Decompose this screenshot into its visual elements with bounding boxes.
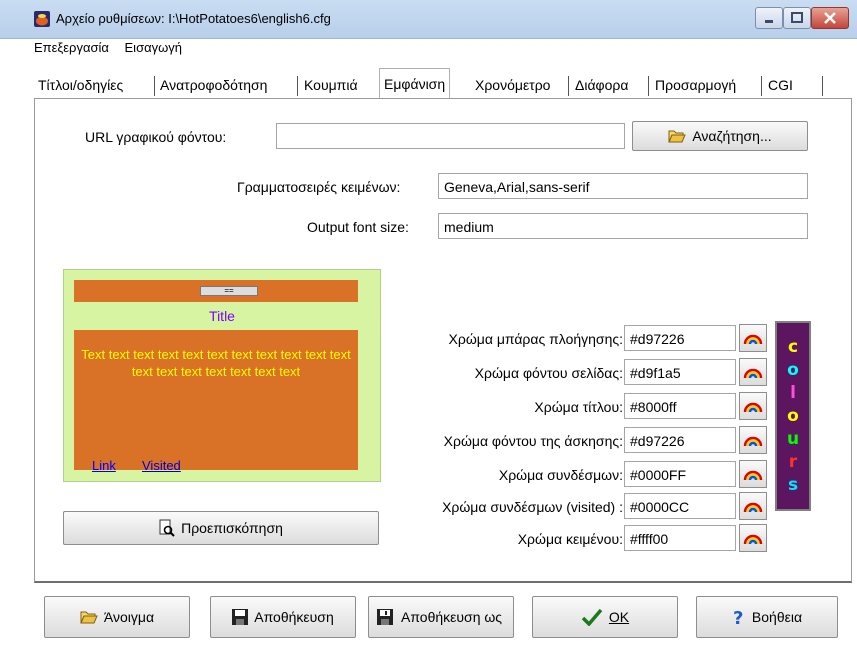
colours-letter: u: [786, 428, 800, 449]
rainbow-icon: [743, 470, 763, 481]
fonts-label: Γραμματοσειρές κειμένων:: [237, 179, 401, 195]
tab-separator: [297, 76, 298, 96]
color-label-exercise-bg: Χρώμα φόντου της άσκησης:: [443, 433, 623, 449]
color-input-visited-links[interactable]: #0000CC: [624, 493, 736, 519]
tab-buttons[interactable]: Κουμπιά: [304, 72, 358, 98]
open-button-label: Άνοιγμα: [103, 609, 155, 625]
colours-letter: o: [787, 359, 799, 380]
close-button[interactable]: [811, 7, 849, 29]
maximize-icon: [791, 12, 803, 23]
color-label-visited-links: Χρώμα συνδέσμων (visited) :: [442, 499, 623, 515]
help-button[interactable]: ? Βοήθεια: [696, 596, 838, 638]
color-picker-button-navbar[interactable]: [739, 324, 767, 352]
color-input-page-bg[interactable]: #d9f1a5: [624, 359, 736, 385]
open-button[interactable]: Άνοιγμα: [44, 596, 190, 638]
browse-button-label: Αναζήτηση...: [692, 128, 772, 144]
rainbow-icon: [743, 368, 763, 379]
tab-timer[interactable]: Χρονόμετρο: [475, 72, 550, 98]
menu-edit[interactable]: Επεξεργασία: [34, 40, 109, 55]
bg-image-url-input[interactable]: [276, 123, 625, 149]
color-input-navbar[interactable]: #d97226: [624, 325, 736, 351]
colours-letter: s: [787, 474, 799, 495]
save-button[interactable]: Αποθήκευση: [210, 596, 356, 638]
minimize-button[interactable]: [755, 7, 783, 29]
minimize-icon: [765, 20, 773, 23]
preview-link: Link: [92, 458, 116, 473]
color-input-links[interactable]: #0000FF: [624, 461, 736, 487]
ok-button-label: OK: [608, 609, 630, 625]
tab-customize[interactable]: Προσαρμογή: [655, 72, 736, 98]
rainbow-icon: [743, 534, 763, 545]
fonts-input[interactable]: Geneva,Arial,sans-serif: [438, 173, 808, 199]
tab-misc[interactable]: Διάφορα: [575, 72, 628, 98]
color-picker-button-text[interactable]: [739, 524, 767, 552]
preview-text: Text text text text text text text text …: [81, 347, 351, 379]
save-as-button-label: Αποθήκευση ως: [401, 609, 503, 625]
bg-image-label: URL γραφικού φόντου:: [85, 129, 227, 145]
color-label-page-bg: Χρώμα φόντου σελίδας:: [474, 365, 623, 381]
checkmark-icon: [581, 608, 603, 626]
question-mark-icon: ?: [733, 608, 743, 626]
preview-exercise-area: Text text text text text text text text …: [74, 330, 358, 473]
colours-banner[interactable]: c o l o u r s: [775, 321, 811, 511]
hotpotatoes-app-icon: [34, 11, 50, 27]
menu-bar: Επεξεργασία Εισαγωγή: [34, 40, 194, 58]
preview-magnifier-icon: [159, 519, 175, 537]
color-input-exercise-bg[interactable]: #d97226: [624, 427, 736, 453]
browse-button[interactable]: Αναζήτηση...: [632, 121, 808, 151]
tab-separator: [154, 76, 155, 96]
open-folder-icon: [668, 130, 687, 143]
save-as-button[interactable]: Αποθήκευση ως: [368, 596, 514, 638]
svg-text:?: ?: [733, 608, 743, 626]
tab-separator: [822, 76, 823, 96]
menu-insert[interactable]: Εισαγωγή: [125, 40, 182, 55]
save-button-label: Αποθήκευση: [254, 609, 334, 625]
rainbow-icon: [743, 334, 763, 345]
preview-visited-link: Visited: [142, 458, 181, 473]
preview-nav-button: ==: [200, 286, 258, 296]
tab-titles-instructions[interactable]: Τίτλοι/οδηγίες: [38, 72, 123, 98]
preview-button-label: Προεπισκόπηση: [181, 520, 283, 536]
tab-separator: [761, 76, 762, 96]
font-size-input[interactable]: medium: [438, 213, 808, 239]
save-as-icon: [377, 609, 393, 625]
rainbow-icon: [743, 502, 763, 513]
color-picker-button-title[interactable]: [739, 392, 767, 420]
font-size-label: Output font size:: [307, 219, 409, 235]
color-picker-button-page-bg[interactable]: [739, 358, 767, 386]
rainbow-icon: [743, 402, 763, 413]
tab-separator: [568, 76, 569, 96]
preview-nav-bar: ==: [74, 280, 358, 302]
preview-panel: == Title Text text text text text text t…: [63, 269, 381, 482]
color-picker-button-visited-links[interactable]: [739, 492, 767, 520]
colours-letter: c: [787, 336, 799, 357]
tab-feedback[interactable]: Ανατροφοδότηση: [160, 72, 267, 98]
color-label-navbar: Χρώμα μπάρας πλοήγησης:: [448, 331, 623, 347]
help-button-label: Βοήθεια: [751, 609, 803, 625]
appearance-tab-page: URL γραφικού φόντου: Αναζήτηση... Γραμμα…: [34, 98, 852, 583]
preview-button[interactable]: Προεπισκόπηση: [63, 511, 379, 545]
colours-letter: o: [787, 405, 799, 426]
floppy-disk-icon: [232, 609, 249, 625]
colours-letter: r: [788, 451, 798, 472]
open-folder-icon: [80, 611, 98, 624]
color-input-text[interactable]: #ffff00: [624, 525, 736, 551]
title-bar: Αρχείο ρυθμίσεων: I:\HotPotatoes6\englis…: [0, 0, 857, 39]
color-picker-button-exercise-bg[interactable]: [739, 426, 767, 454]
color-label-links: Χρώμα συνδέσμων:: [498, 467, 623, 483]
color-label-title: Χρώμα τίτλου:: [534, 399, 623, 415]
close-icon: [824, 12, 836, 24]
color-input-title[interactable]: #8000ff: [624, 393, 736, 419]
tab-cgi[interactable]: CGI: [768, 72, 793, 98]
ok-button[interactable]: OK: [532, 596, 678, 638]
colours-letter: l: [790, 382, 796, 403]
rainbow-icon: [743, 436, 763, 447]
tab-appearance[interactable]: Εμφάνιση: [379, 68, 451, 99]
color-label-text: Χρώμα κειμένου:: [517, 531, 623, 547]
maximize-button[interactable]: [783, 7, 811, 29]
window-title: Αρχείο ρυθμίσεων: I:\HotPotatoes6\englis…: [56, 11, 331, 26]
preview-title: Title: [209, 308, 235, 324]
color-picker-button-links[interactable]: [739, 460, 767, 488]
tab-separator: [648, 76, 649, 96]
